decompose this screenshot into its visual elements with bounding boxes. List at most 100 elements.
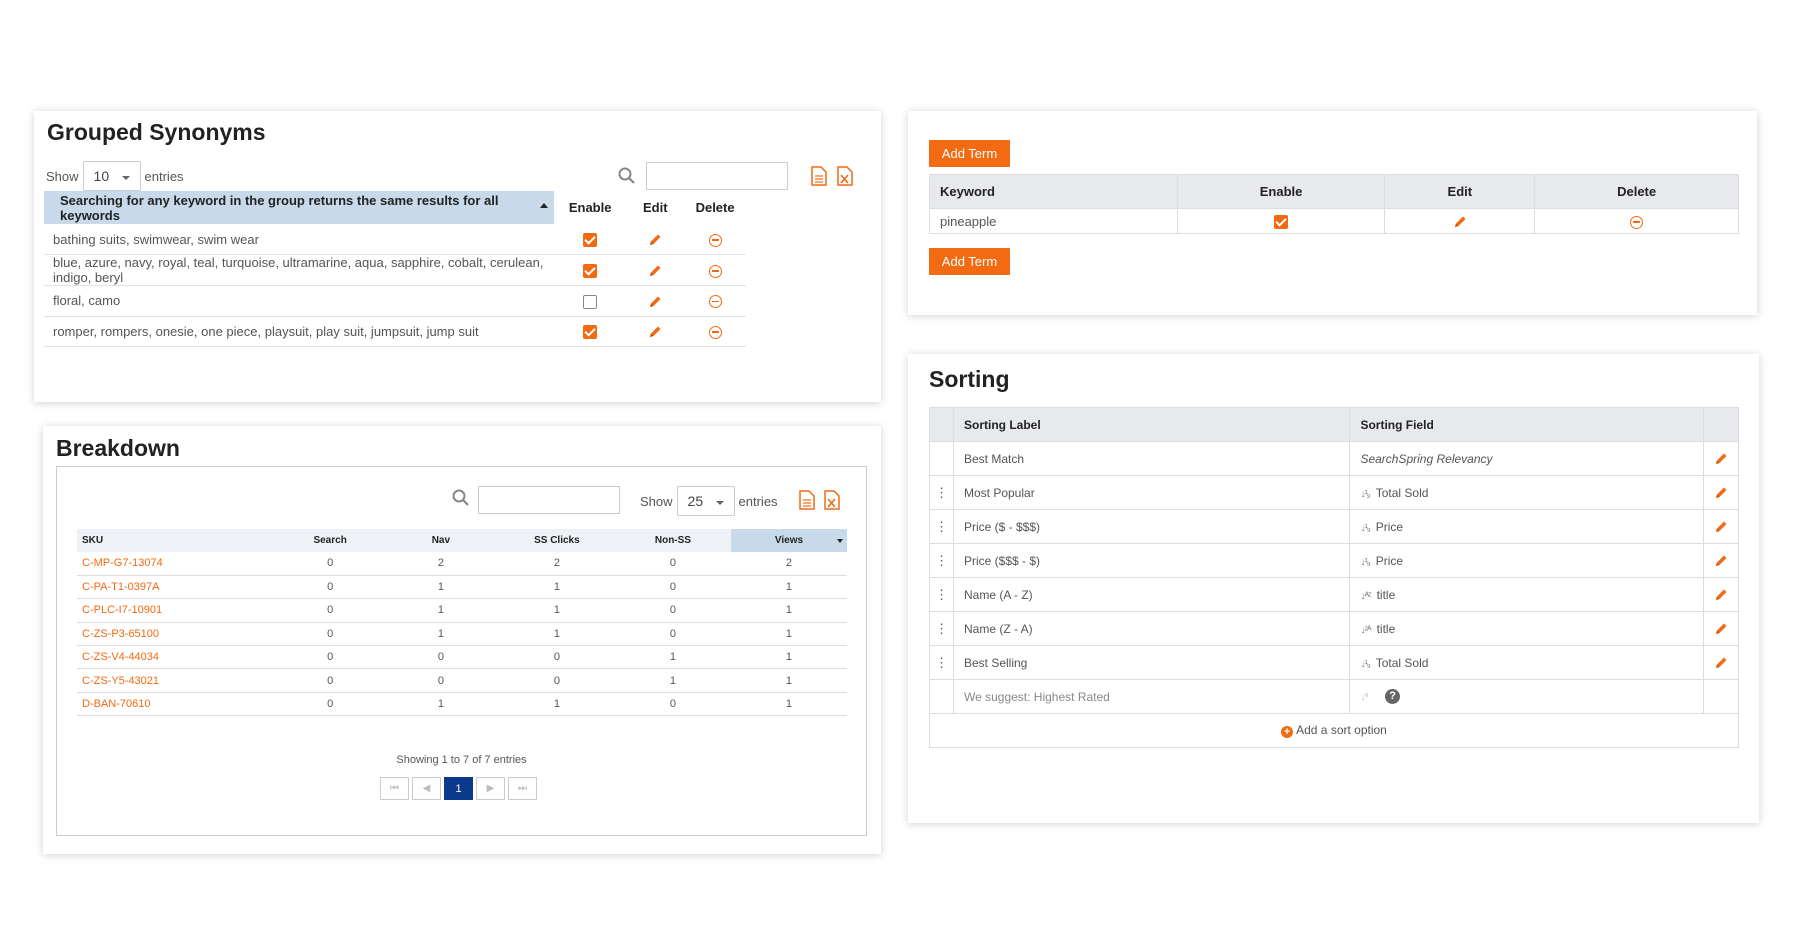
non-ss-count: 0 <box>614 622 731 647</box>
entries-length-control: Show 10 entries <box>46 161 184 191</box>
breakdown-table-container: Show 25 entries SKU Search Nav SS Clicks Non… <box>56 466 867 836</box>
delete-button[interactable] <box>684 316 746 347</box>
column-header-sorting-label: Sorting Label <box>953 407 1351 442</box>
sku-link[interactable]: C-ZS-V4-44034 <box>77 645 278 670</box>
enable-checkbox[interactable] <box>583 232 598 247</box>
edit-button[interactable] <box>1703 645 1739 680</box>
sku-link[interactable]: C-PLC-I7-10901 <box>77 598 278 623</box>
edit-button[interactable] <box>1703 577 1739 612</box>
edit-button[interactable] <box>626 285 685 317</box>
search-input[interactable] <box>478 486 620 514</box>
sku-link[interactable]: C-ZS-Y5-43021 <box>77 668 278 693</box>
delete-button[interactable] <box>684 254 746 286</box>
column-header-keywords[interactable]: Searching for any keyword in the group r… <box>44 191 554 224</box>
edit-button[interactable] <box>1703 543 1739 578</box>
column-header-nav[interactable]: Nav <box>382 529 499 552</box>
table-row: C-ZS-V4-44034 0 0 0 1 1 <box>77 645 847 670</box>
non-ss-count: 0 <box>614 552 731 576</box>
sorting-field-name: Total Sold <box>1375 655 1429 670</box>
export-excel-icon[interactable] <box>823 490 841 510</box>
delete-button[interactable] <box>684 224 746 255</box>
table-row: C-MP-G7-13074 0 2 2 0 2 <box>77 552 847 576</box>
column-header-sku[interactable]: SKU <box>77 529 278 552</box>
entries-select[interactable]: 25 <box>676 486 735 516</box>
add-term-button-bottom[interactable]: Add Term <box>929 248 1010 275</box>
pencil-icon <box>650 234 661 245</box>
views-count: 1 <box>730 668 847 693</box>
next-page-button[interactable]: ▶ <box>476 777 505 800</box>
sorting-table: Sorting Label Sorting Field Best Match Se… <box>929 407 1739 748</box>
export-excel-icon[interactable] <box>836 166 854 186</box>
ss-clicks-count: 1 <box>498 598 615 623</box>
pagination: ⏮ ◀ 1 ▶ ⏭ <box>380 777 540 800</box>
column-header-views[interactable]: Views <box>730 529 847 552</box>
sorting-label: Name (A - Z) <box>953 577 1351 612</box>
delete-button[interactable] <box>684 285 746 317</box>
sorting-label: Name (Z - A) <box>953 611 1351 646</box>
grouped-synonyms-table: Searching for any keyword in the group r… <box>44 191 746 347</box>
delete-button[interactable] <box>1534 208 1739 234</box>
column-header-edit[interactable]: Edit <box>626 191 684 224</box>
enable-checkbox[interactable] <box>583 294 598 309</box>
page-button[interactable]: 1 <box>444 777 473 800</box>
sku-link[interactable]: C-ZS-P3-65100 <box>77 622 278 647</box>
sort-desc-alpha-icon: ↓ᶻᴬ <box>1360 624 1371 636</box>
table-row: blue, azure, navy, royal, teal, turquois… <box>44 254 746 286</box>
keyword-terms-table: Keyword Enable Edit Delete pineapple <box>929 174 1739 234</box>
column-header-enable[interactable]: Enable <box>554 191 626 224</box>
entries-length-control: Show 25 entries <box>640 486 778 516</box>
edit-button[interactable] <box>1703 509 1739 544</box>
export-csv-icon[interactable] <box>798 490 816 510</box>
drag-handle-icon[interactable]: ⋮ <box>929 475 954 510</box>
column-header-delete[interactable]: Delete <box>684 191 746 224</box>
nav-count: 1 <box>382 622 499 647</box>
edit-button[interactable] <box>626 316 685 347</box>
table-row: ⋮ Most Popular ↓¹₉ Total Sold <box>929 475 1739 510</box>
drag-handle-icon[interactable]: ⋮ <box>929 611 954 646</box>
sku-link[interactable]: C-PA-T1-0397A <box>77 575 278 600</box>
column-header-search[interactable]: Search <box>277 529 383 552</box>
drag-handle-icon[interactable]: ⋮ <box>929 543 954 578</box>
previous-page-button[interactable]: ◀ <box>412 777 441 800</box>
views-count: 1 <box>730 692 847 717</box>
views-count: 2 <box>730 552 847 576</box>
sort-desc-numeric-icon: ↓¹₉ <box>1360 556 1370 568</box>
last-page-button[interactable]: ⏭ <box>508 777 537 800</box>
first-page-button[interactable]: ⏮ <box>380 777 409 800</box>
enable-checkbox[interactable] <box>1274 214 1289 229</box>
edit-button[interactable] <box>1703 611 1739 646</box>
sku-link[interactable]: D-BAN-70610 <box>77 692 278 717</box>
search-count: 0 <box>277 645 383 670</box>
edit-button[interactable] <box>1384 208 1536 234</box>
edit-button[interactable] <box>1703 475 1739 510</box>
sorting-label: Best Match <box>953 441 1351 476</box>
add-sort-option-link[interactable]: + Add a sort option <box>929 713 1739 748</box>
drag-handle-icon[interactable]: ⋮ <box>929 509 954 544</box>
table-row: Best Match SearchSpring Relevancy <box>929 441 1739 476</box>
export-csv-icon[interactable] <box>810 166 828 186</box>
column-header-ss-clicks[interactable]: SS Clicks <box>498 529 615 552</box>
enable-checkbox[interactable] <box>583 325 598 340</box>
entries-select[interactable]: 10 <box>82 161 141 191</box>
edit-button[interactable] <box>626 224 685 255</box>
drag-handle-icon[interactable]: ⋮ <box>929 577 954 612</box>
column-header-keywords-label: Searching for any keyword in the group r… <box>60 192 499 223</box>
synonym-keywords: bathing suits, swimwear, swim wear <box>44 224 554 255</box>
help-icon[interactable]: ? <box>1385 689 1401 705</box>
drag-handle-icon[interactable]: ⋮ <box>929 645 954 680</box>
search-input[interactable] <box>646 162 788 190</box>
table-row: floral, camo <box>44 285 746 317</box>
sort-asc-numeric-icon: ↓¹₉ <box>1360 522 1370 534</box>
edit-button[interactable] <box>1703 441 1739 476</box>
column-header-non-ss[interactable]: Non-SS <box>614 529 731 552</box>
enable-checkbox[interactable] <box>583 263 598 278</box>
table-row: ⋮ Name (Z - A) ↓ᶻᴬ title <box>929 611 1739 646</box>
table-header-row: SKU Search Nav SS Clicks Non-SS Views <box>77 529 847 552</box>
breakdown-panel: Breakdown Show 25 entries SKU Search Nav… <box>43 426 881 854</box>
views-count: 1 <box>730 645 847 670</box>
add-term-button[interactable]: Add Term <box>929 140 1010 167</box>
sku-link[interactable]: C-MP-G7-13074 <box>77 552 278 576</box>
sort-asc-numeric-icon: ↓¹₉ <box>1360 658 1370 670</box>
edit-button[interactable] <box>626 254 685 286</box>
nav-count: 1 <box>382 692 499 717</box>
